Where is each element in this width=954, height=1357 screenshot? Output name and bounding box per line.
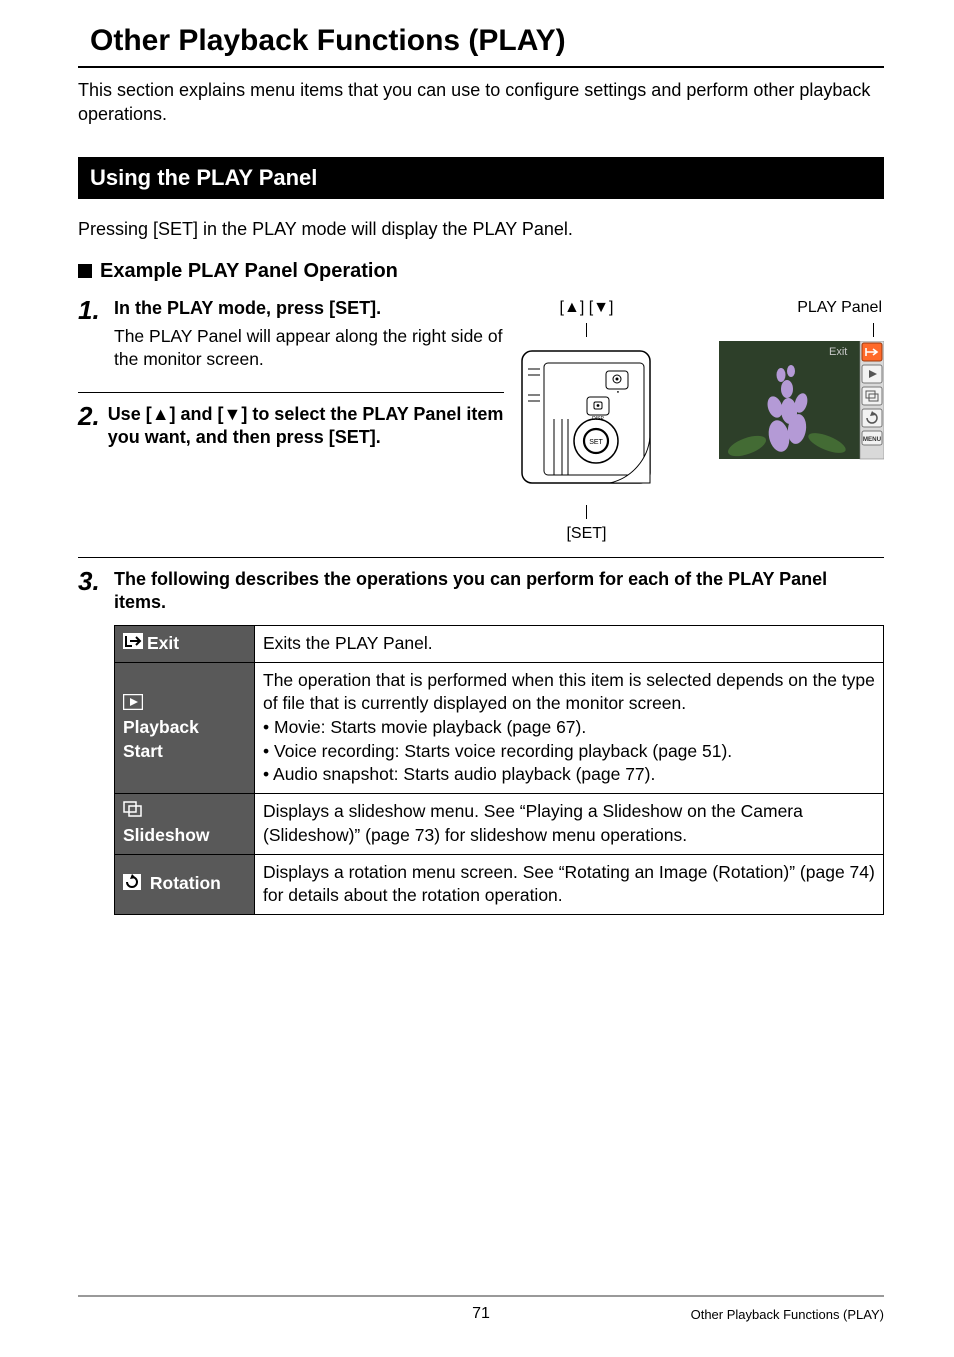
playback-label-1: Playback bbox=[123, 717, 199, 737]
play-icon bbox=[123, 693, 143, 717]
rotation-label-text: Rotation bbox=[150, 873, 221, 893]
slideshow-label-text: Slideshow bbox=[123, 825, 210, 845]
label-play-panel: PLAY Panel bbox=[797, 299, 884, 317]
playback-bullet-1: Movie: Starts movie playback (page 67). bbox=[263, 716, 875, 740]
section-heading: Using the PLAY Panel bbox=[78, 157, 884, 199]
cell-slideshow-desc: Displays a slideshow menu. See “Playing … bbox=[255, 793, 884, 854]
callout-line-icon bbox=[586, 323, 587, 337]
page-title: Other Playback Functions (PLAY) bbox=[78, 24, 884, 58]
cell-rotation-label: Rotation bbox=[115, 854, 255, 914]
label-set: [SET] bbox=[566, 525, 606, 543]
callout-line-icon bbox=[873, 323, 874, 337]
step-2: 2. Use [▲] and [▼] to select the PLAY Pa… bbox=[78, 403, 504, 462]
step-3: 3. The following describes the operation… bbox=[78, 568, 884, 615]
sub-heading: Example PLAY Panel Operation bbox=[78, 260, 884, 283]
cell-exit-desc: Exits the PLAY Panel. bbox=[255, 625, 884, 662]
footer: 71 Other Playback Functions (PLAY) bbox=[78, 1295, 884, 1323]
exit-icon bbox=[123, 632, 143, 656]
square-bullet-icon bbox=[78, 264, 92, 278]
exit-label: Exit bbox=[829, 346, 847, 358]
svg-text:SET: SET bbox=[589, 439, 603, 446]
figure-play-panel: PLAY Panel bbox=[719, 299, 884, 543]
table-row: Slideshow Displays a slideshow menu. See… bbox=[115, 793, 884, 854]
playback-intro: The operation that is performed when thi… bbox=[263, 670, 875, 714]
cell-playback-desc: The operation that is performed when thi… bbox=[255, 662, 884, 793]
table-row: Exit Exits the PLAY Panel. bbox=[115, 625, 884, 662]
cell-playback-label: Playback Start bbox=[115, 662, 255, 793]
cell-exit-label: Exit bbox=[115, 625, 255, 662]
rotation-icon bbox=[123, 873, 141, 897]
step-2-title: Use [▲] and [▼] to select the PLAY Panel… bbox=[108, 403, 504, 450]
step-number-2: 2. bbox=[78, 403, 100, 429]
step-1-rule bbox=[78, 392, 504, 393]
pressing-text: Pressing [SET] in the PLAY mode will dis… bbox=[78, 217, 884, 242]
step-2-rule bbox=[78, 557, 884, 558]
table-row: Rotation Displays a rotation menu screen… bbox=[115, 854, 884, 914]
table-row: Playback Start The operation that is per… bbox=[115, 662, 884, 793]
sub-heading-text: Example PLAY Panel Operation bbox=[100, 260, 398, 283]
label-arrows: [▲] [▼] bbox=[560, 299, 614, 317]
callout-line-icon bbox=[586, 505, 587, 519]
figure-camera-back: [▲] [▼] ● bbox=[514, 299, 659, 543]
footer-section: Other Playback Functions (PLAY) bbox=[691, 1307, 884, 1322]
camera-back-svg: ● DISP SET bbox=[514, 341, 659, 501]
playback-bullet-2: Voice recording: Starts voice recording … bbox=[263, 740, 875, 764]
svg-text:●: ● bbox=[617, 389, 620, 394]
footer-rule bbox=[78, 1295, 884, 1297]
menu-label: MENU bbox=[863, 436, 882, 443]
play-panel-table: Exit Exits the PLAY Panel. Playback Star… bbox=[114, 625, 884, 915]
step-number-3: 3. bbox=[78, 568, 106, 594]
step-3-title: The following describes the operations y… bbox=[114, 568, 884, 615]
exit-label-text: Exit bbox=[147, 633, 179, 653]
page-number: 71 bbox=[472, 1305, 490, 1323]
title-rule bbox=[78, 66, 884, 68]
slideshow-icon bbox=[123, 800, 143, 824]
step-1-title: In the PLAY mode, press [SET]. bbox=[114, 297, 381, 320]
play-panel-svg: Exit bbox=[719, 341, 884, 479]
step-1: 1. In the PLAY mode, press [SET]. The PL… bbox=[78, 297, 504, 384]
playback-bullet-3: Audio snapshot: Starts audio playback (p… bbox=[263, 763, 875, 787]
cell-rotation-desc: Displays a rotation menu screen. See “Ro… bbox=[255, 854, 884, 914]
intro-text: This section explains menu items that yo… bbox=[78, 78, 884, 127]
step-number-1: 1. bbox=[78, 297, 106, 323]
step-1-body: The PLAY Panel will appear along the rig… bbox=[114, 325, 504, 372]
cell-slideshow-label: Slideshow bbox=[115, 793, 255, 854]
playback-label-2: Start bbox=[123, 741, 163, 761]
